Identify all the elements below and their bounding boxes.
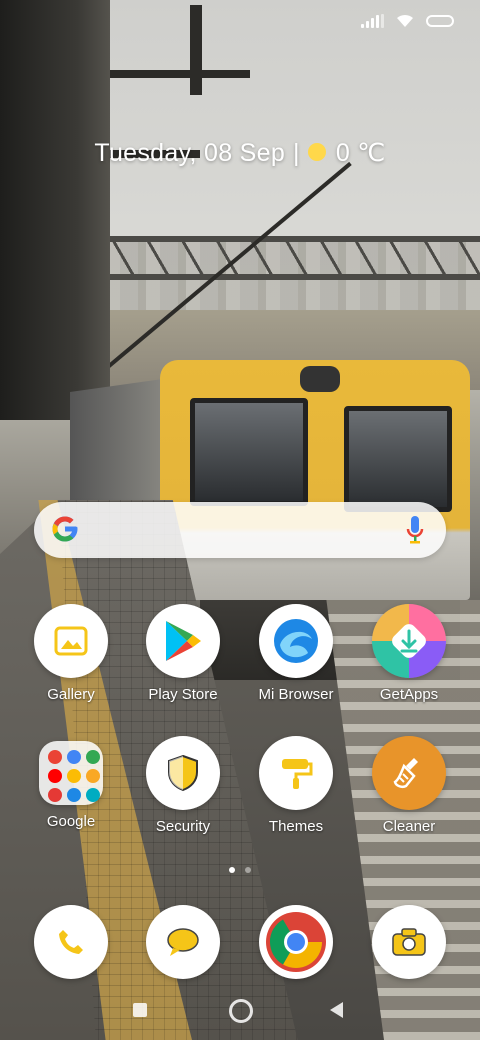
status-bar [361, 10, 454, 32]
dock-messages[interactable] [128, 905, 238, 979]
messages-icon [167, 928, 199, 956]
date-text: Tuesday, 08 Sep [94, 139, 286, 167]
google-search-bar[interactable] [34, 502, 446, 558]
app-getapps[interactable]: GetApps [354, 604, 464, 703]
security-shield-icon [168, 754, 198, 792]
getapps-icon [392, 624, 426, 658]
google-g-icon [52, 516, 78, 542]
gallery-icon [54, 626, 88, 656]
phone-icon [59, 930, 83, 954]
app-label: Mi Browser [258, 686, 334, 703]
battery-icon [426, 15, 454, 27]
app-label: Security [155, 818, 211, 835]
page-indicator [0, 867, 480, 873]
app-cleaner[interactable]: Cleaner [354, 736, 464, 835]
app-mi-browser[interactable]: Mi Browser [241, 604, 351, 703]
camera-icon [392, 928, 426, 956]
dock-chrome[interactable] [241, 905, 351, 979]
signal-icon [361, 14, 384, 28]
google-folder-icon [39, 741, 103, 805]
app-label: GetApps [379, 686, 439, 703]
back-button[interactable] [330, 1002, 343, 1018]
cleaner-brush-icon [393, 758, 418, 789]
themes-paint-roller-icon [282, 759, 313, 789]
page-dot [245, 867, 251, 873]
app-label: Play Store [148, 686, 218, 703]
play-store-icon [166, 621, 201, 661]
app-gallery[interactable]: Gallery [16, 604, 126, 703]
chrome-icon [266, 912, 326, 972]
app-label: Cleaner [382, 818, 436, 835]
sun-icon [307, 143, 326, 162]
page-dot-active [229, 867, 235, 873]
app-google-folder[interactable]: Google [16, 736, 126, 830]
home-button[interactable] [229, 999, 253, 1023]
date-weather-widget[interactable]: Tuesday, 08 Sep | 0 ℃ [0, 138, 480, 168]
dock-phone[interactable] [16, 905, 126, 979]
app-label: Gallery [47, 686, 95, 703]
app-label: Google [46, 813, 96, 830]
navigation-bar [0, 998, 480, 1023]
app-security[interactable]: Security [128, 736, 238, 835]
app-label: Themes [268, 818, 324, 835]
mi-browser-icon [274, 619, 318, 663]
app-play-store[interactable]: Play Store [128, 604, 238, 703]
dock-camera[interactable] [354, 905, 464, 979]
app-themes[interactable]: Themes [241, 736, 351, 835]
separator: | [293, 139, 300, 167]
wifi-icon [397, 14, 413, 27]
temperature-text: 0 ℃ [335, 139, 386, 167]
mic-icon[interactable] [406, 515, 424, 545]
recent-apps-button[interactable] [133, 1003, 147, 1017]
